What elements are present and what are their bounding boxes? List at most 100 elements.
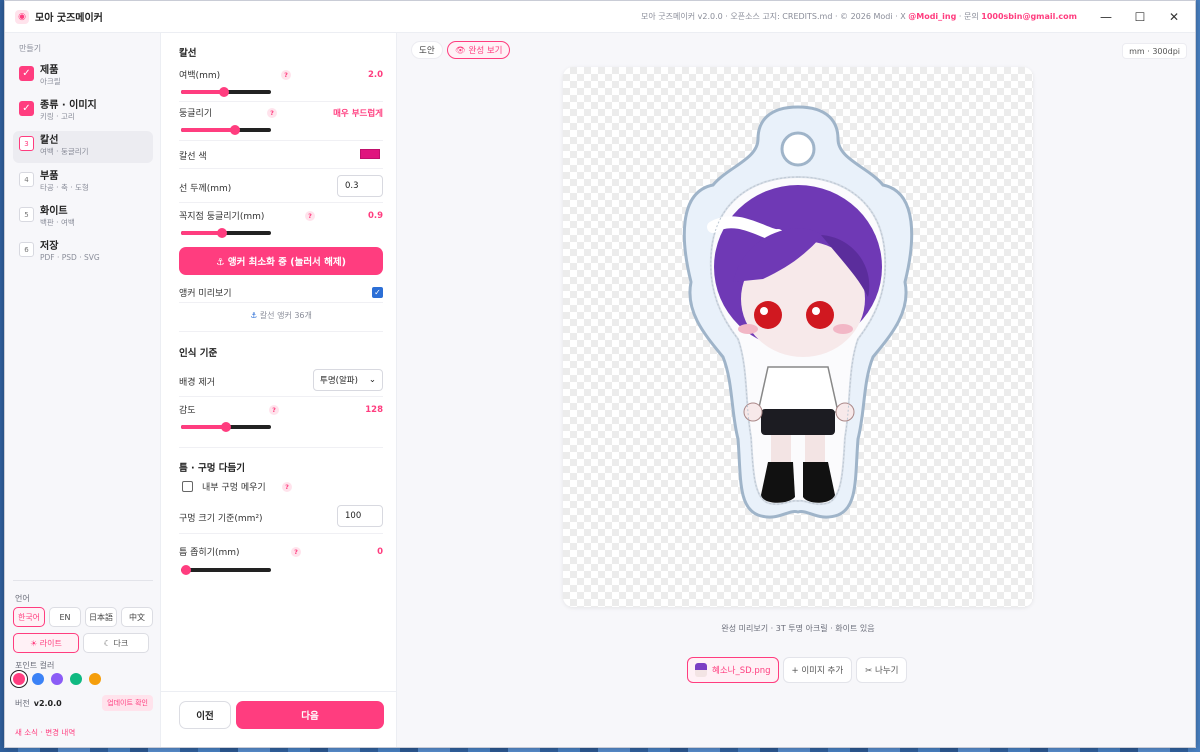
split-button[interactable]: ✂ 나누기 bbox=[856, 657, 908, 683]
prev-button[interactable]: 이전 bbox=[179, 701, 231, 729]
color-swatch-green[interactable] bbox=[70, 673, 82, 685]
slider-thumb[interactable] bbox=[230, 125, 240, 135]
row-divider bbox=[179, 168, 383, 169]
sensitivity-value: 128 bbox=[365, 404, 383, 415]
help-icon[interactable]: ? bbox=[291, 546, 301, 557]
margin-label: 여백(mm) bbox=[179, 71, 221, 81]
step-subtitle: 타공 · 축 · 도형 bbox=[40, 183, 89, 192]
units-badge: mm · 300dpi bbox=[1122, 43, 1187, 59]
color-swatch-orange[interactable] bbox=[89, 673, 101, 685]
help-icon[interactable]: ? bbox=[269, 404, 279, 415]
step-title: 제품 bbox=[40, 65, 59, 76]
help-icon[interactable]: ? bbox=[282, 481, 292, 492]
slider-thumb[interactable] bbox=[219, 87, 230, 97]
fill-holes-checkbox[interactable] bbox=[182, 481, 193, 492]
eye-highlight bbox=[760, 307, 768, 315]
file-chip[interactable]: 혜소나_SD.png bbox=[687, 657, 779, 683]
step-title: 종류 · 이미지 bbox=[40, 100, 97, 111]
check-update-button[interactable]: 업데이트 확인 bbox=[102, 695, 153, 711]
file-name: 혜소나_SD.png bbox=[712, 666, 771, 676]
margin-slider[interactable] bbox=[181, 87, 271, 97]
check-icon: ✓ bbox=[19, 101, 34, 116]
slider-thumb[interactable] bbox=[221, 422, 231, 432]
step-subtitle: 백판 · 여백 bbox=[40, 218, 75, 227]
round-slider[interactable] bbox=[181, 125, 271, 135]
narrow-value: 0 bbox=[377, 546, 383, 557]
lang-chinese[interactable]: 中文 bbox=[121, 607, 153, 627]
x-handle-link[interactable]: @Modi_ing bbox=[908, 12, 956, 21]
help-icon[interactable]: ? bbox=[281, 69, 291, 80]
lang-japanese[interactable]: 日本語 bbox=[85, 607, 117, 627]
left-blush bbox=[738, 324, 758, 334]
narrow-slider[interactable] bbox=[181, 565, 271, 575]
version-value: v2.0.0 bbox=[33, 698, 62, 708]
cut-color-swatch[interactable] bbox=[360, 149, 380, 159]
anchor-minimize-button[interactable]: ⚓ 앵커 최소화 중 (눌러서 해제) bbox=[179, 247, 383, 275]
slider-thumb[interactable] bbox=[181, 565, 191, 575]
bg-remove-select[interactable]: 투명(알파) ⌄ bbox=[313, 369, 383, 391]
anchor-count: ⚓ 칼선 앵커 36개 bbox=[179, 310, 383, 321]
step-number: 4 bbox=[19, 172, 34, 187]
lang-english[interactable]: EN bbox=[49, 607, 81, 627]
title-bar: ◉ 모아 굿즈메이커 모아 굿즈메이커 v2.0.0 · 오픈소스 고지: CR… bbox=[5, 1, 1195, 33]
step-cutline[interactable]: 3 칼선 여백 · 둥글리기 bbox=[13, 131, 153, 163]
theme-light-button[interactable]: ☀ 라이트 bbox=[13, 633, 79, 653]
gap-section-title: 틈 · 구멍 다듬기 bbox=[179, 463, 245, 474]
hole-size-label: 구멍 크기 기준(mm²) bbox=[179, 514, 263, 524]
cut-color-label: 칼선 색 bbox=[179, 152, 207, 162]
corner-round-value: 0.9 bbox=[367, 210, 383, 221]
help-icon[interactable]: ? bbox=[305, 210, 315, 221]
sensitivity-slider[interactable] bbox=[181, 422, 271, 432]
language-label: 언어 bbox=[15, 594, 30, 603]
hole-size-input[interactable]: 100 bbox=[337, 505, 383, 527]
color-swatch-blue[interactable] bbox=[32, 673, 44, 685]
add-image-button[interactable]: + 이미지 추가 bbox=[782, 657, 853, 683]
maximize-button[interactable]: ☐ bbox=[1123, 1, 1157, 33]
row-divider bbox=[179, 533, 383, 534]
preview-caption: 완성 미리보기 · 3T 투명 아크릴 · 화이트 있음 bbox=[721, 624, 875, 633]
close-button[interactable]: ✕ bbox=[1157, 1, 1191, 33]
narrow-row: 틈 좁히기(mm) ? 0 bbox=[179, 545, 383, 558]
help-icon[interactable]: ? bbox=[267, 107, 277, 118]
minimize-button[interactable]: — bbox=[1089, 1, 1123, 33]
sensitivity-label: 감도 bbox=[179, 406, 196, 416]
tab-design[interactable]: 도안 bbox=[411, 41, 443, 59]
step-save[interactable]: 6 저장 PDF · PSD · SVG bbox=[13, 237, 153, 269]
right-hand bbox=[835, 402, 855, 422]
fill-holes-label: 내부 구멍 메우기 bbox=[202, 483, 266, 493]
step-parts[interactable]: 4 부품 타공 · 축 · 도형 bbox=[13, 167, 153, 199]
color-swatch-pink[interactable] bbox=[13, 673, 25, 685]
step-white[interactable]: 5 화이트 백판 · 여백 bbox=[13, 202, 153, 234]
theme-dark-button[interactable]: ☾ 다크 bbox=[83, 633, 149, 653]
window-controls: — ☐ ✕ bbox=[1089, 1, 1191, 33]
step-title: 칼선 bbox=[40, 135, 59, 146]
step-type-image[interactable]: ✓ 종류 · 이미지 키링 · 고리 bbox=[13, 96, 153, 128]
step-subtitle: 아크릴 bbox=[40, 77, 61, 86]
step-title: 화이트 bbox=[40, 206, 68, 217]
step-product[interactable]: ✓ 제품 아크릴 bbox=[13, 61, 153, 93]
anchor-preview-checkbox[interactable]: ✓ bbox=[372, 287, 383, 298]
narrow-label: 틈 좁히기(mm) bbox=[179, 548, 240, 558]
row-divider bbox=[179, 396, 383, 397]
corner-round-slider[interactable] bbox=[181, 228, 271, 238]
round-row: 둥글리기 ? 매우 부드럽게 bbox=[179, 106, 383, 119]
title-meta: 모아 굿즈메이커 v2.0.0 · 오픈소스 고지: CREDITS.md · … bbox=[641, 11, 1077, 22]
next-button[interactable]: 다음 bbox=[236, 701, 384, 729]
preview-area: 도안 👁 완성 보기 mm · 300dpi 완성 미리보기 · 3T 투명 아… bbox=[397, 33, 1195, 747]
news-changelog-link[interactable]: 새 소식 · 변경 내역 bbox=[15, 727, 75, 738]
title-meta-mid: · 문의 bbox=[958, 12, 979, 21]
step-subtitle: PDF · PSD · SVG bbox=[40, 253, 100, 262]
lang-korean[interactable]: 한국어 bbox=[13, 607, 45, 627]
margin-row: 여백(mm) ? 2.0 bbox=[179, 68, 383, 81]
character-shorts bbox=[761, 409, 835, 435]
tab-finished-view[interactable]: 👁 완성 보기 bbox=[447, 41, 511, 59]
app-window: ◉ 모아 굿즈메이커 모아 굿즈메이커 v2.0.0 · 오픈소스 고지: CR… bbox=[4, 0, 1196, 748]
preview-canvas[interactable] bbox=[563, 67, 1033, 607]
fill-holes-row: 내부 구멍 메우기 ? bbox=[202, 480, 382, 493]
slider-thumb[interactable] bbox=[216, 228, 227, 238]
line-width-input[interactable]: 0.3 bbox=[337, 175, 383, 197]
corner-round-label: 꼭지점 둥글리기(mm) bbox=[179, 212, 265, 222]
color-swatch-purple[interactable] bbox=[51, 673, 63, 685]
theme-selector: ☀ 라이트 ☾ 다크 bbox=[13, 633, 149, 653]
email-link[interactable]: 1000sbin@gmail.com bbox=[981, 12, 1077, 21]
